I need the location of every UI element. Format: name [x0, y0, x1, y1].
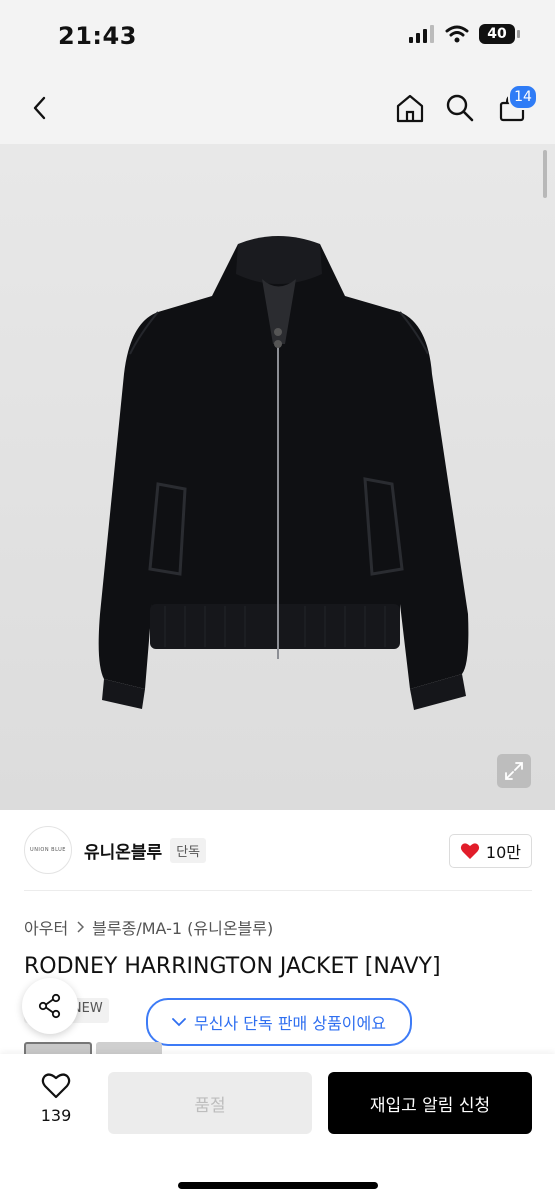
cart-count-badge: 14 — [508, 84, 538, 110]
product-title: RODNEY HARRINGTON JACKET [NAVY] — [24, 954, 441, 979]
cart-button[interactable]: 14 — [490, 84, 538, 130]
scrollbar[interactable] — [543, 150, 547, 198]
battery-indicator: 40 — [479, 24, 520, 44]
divider — [24, 890, 532, 891]
share-icon — [38, 993, 61, 1019]
brand-like-button[interactable]: 10만 — [448, 834, 532, 868]
chevron-right-icon — [77, 921, 85, 933]
search-icon — [446, 94, 474, 122]
wishlist-button[interactable]: 139 — [28, 1072, 84, 1134]
status-icons: 40 — [409, 24, 520, 44]
home-indicator — [178, 1182, 378, 1189]
back-button[interactable] — [18, 86, 62, 130]
jacket-illustration — [98, 236, 469, 710]
wishlist-count: 139 — [40, 1106, 72, 1125]
expand-image-button[interactable] — [497, 754, 531, 788]
heart-outline-icon — [41, 1073, 71, 1099]
signal-icon — [409, 25, 434, 43]
breadcrumb-category[interactable]: 아우터 — [24, 915, 68, 939]
exclusive-toast: 무신사 단독 판매 상품이에요 — [146, 998, 412, 1046]
bottom-action-bar: 139 품절 재입고 알림 신청 — [0, 1054, 555, 1200]
breadcrumb-subcategory[interactable]: 블루종/MA-1 (유니온블루) — [92, 915, 273, 939]
brand-like-count: 10만 — [485, 843, 521, 862]
heart-filled-icon — [460, 843, 480, 859]
expand-icon — [505, 762, 523, 780]
soldout-button: 품절 — [108, 1072, 312, 1134]
top-nav: 14 — [0, 72, 555, 144]
brand-logo-text: UNION BLUE — [30, 847, 66, 853]
product-image[interactable] — [0, 144, 555, 810]
share-button[interactable] — [22, 978, 78, 1034]
restock-alert-button[interactable]: 재입고 알림 신청 — [328, 1072, 532, 1134]
wifi-icon — [445, 25, 469, 43]
brand-logo[interactable]: UNION BLUE — [24, 826, 72, 874]
search-button[interactable] — [438, 86, 482, 130]
brand-name[interactable]: 유니온블루 — [84, 838, 162, 863]
exclusive-toast-text: 무신사 단독 판매 상품이에요 — [194, 1014, 386, 1033]
brand-exclusive-tag: 단독 — [170, 837, 207, 863]
home-icon — [396, 94, 424, 123]
home-button[interactable] — [388, 86, 432, 130]
chevron-down-icon — [172, 1018, 186, 1027]
status-time: 21:43 — [58, 22, 137, 50]
status-bar: 21:43 40 — [0, 0, 555, 72]
breadcrumb: 아우터 블루종/MA-1 (유니온블루) — [24, 915, 273, 939]
brand-row: UNION BLUE 유니온블루 단독 10만 — [24, 826, 532, 874]
chevron-left-icon — [33, 96, 46, 120]
